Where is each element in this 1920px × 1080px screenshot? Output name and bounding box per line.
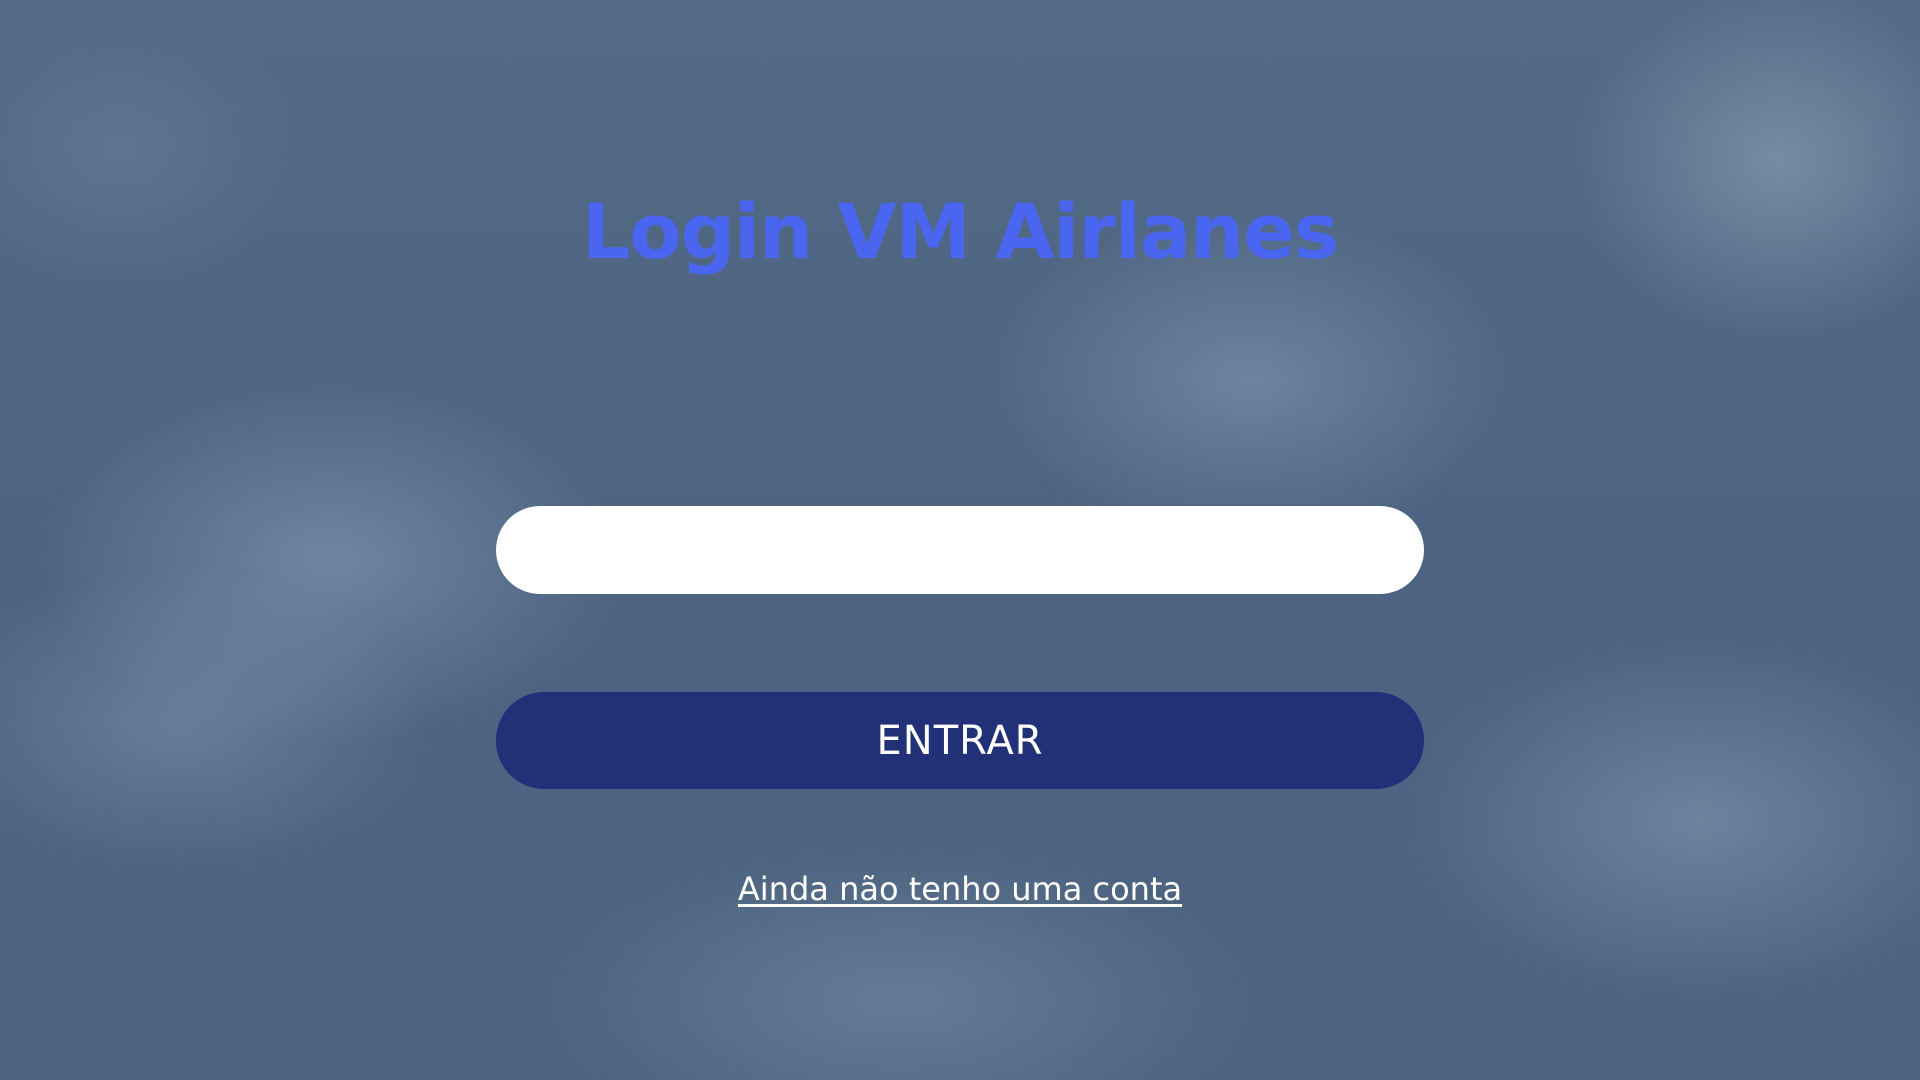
signup-link-wrapper: Ainda não tenho uma conta — [0, 864, 1920, 914]
enter-button-label: ENTRAR — [876, 717, 1044, 764]
login-input[interactable] — [496, 506, 1424, 594]
enter-button[interactable]: ENTRAR — [496, 692, 1424, 789]
login-container: Login VM Airlanes ENTRAR Ainda não tenho… — [0, 0, 1920, 1080]
signup-link[interactable]: Ainda não tenho uma conta — [738, 870, 1182, 908]
page-title: Login VM Airlanes — [581, 187, 1339, 276]
